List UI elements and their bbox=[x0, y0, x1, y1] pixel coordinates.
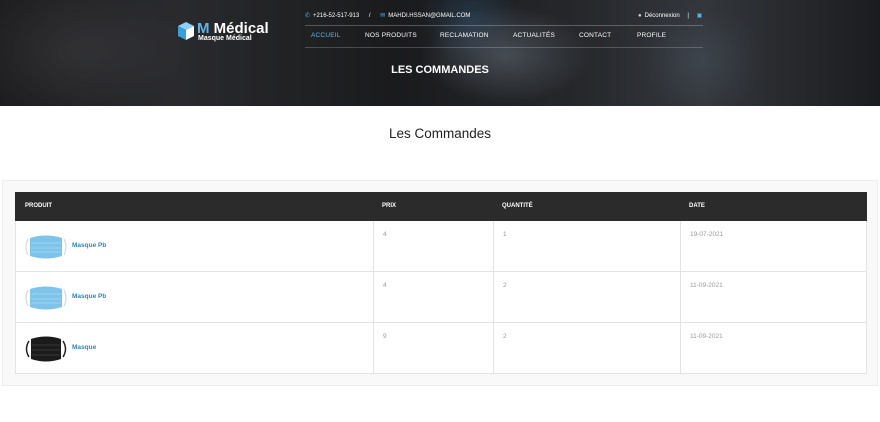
contact-bar: ✆ +216-52-517-913 / ✉ MAHDI.HSSAN@GMAIL.CO… bbox=[305, 12, 470, 22]
hero-title: LES COMMANDES bbox=[391, 64, 489, 76]
hero-header: M Médical Masque Médical ✆ +216-52-517-91… bbox=[0, 0, 880, 106]
product-link[interactable]: Masque Pb bbox=[72, 242, 106, 249]
header-date: DATE bbox=[689, 203, 705, 209]
price-value: 4 bbox=[383, 282, 387, 289]
date-value: 11-09-2021 bbox=[690, 282, 723, 289]
header-product: PRODUIT bbox=[25, 203, 52, 209]
column-divider bbox=[493, 272, 494, 322]
phone-number[interactable]: +216-52-517-913 bbox=[313, 13, 359, 19]
nav-item-accueil[interactable]: ACCUEIL bbox=[311, 32, 341, 39]
account-divider: | bbox=[687, 13, 689, 19]
table-header: PRODUIT PRIX QUANTITÉ DATE bbox=[15, 192, 867, 221]
cart-icon[interactable]: ▣ bbox=[697, 13, 703, 19]
brand-subtitle: Masque Médical bbox=[198, 35, 252, 42]
table-row: Masque Pb 4 1 19-07-2021 bbox=[15, 221, 867, 272]
nav-top-divider bbox=[305, 25, 703, 26]
table-row: Masque 9 2 11-09-2021 bbox=[15, 323, 867, 374]
nav-item-reclamation[interactable]: RECLAMATION bbox=[440, 32, 489, 39]
envelope-icon: ✉ bbox=[380, 13, 386, 19]
column-divider bbox=[373, 221, 374, 271]
price-value: 4 bbox=[383, 231, 387, 238]
column-divider bbox=[680, 323, 681, 373]
table-row: Masque Pb 4 2 11-09-2021 bbox=[15, 272, 867, 323]
header-price: PRIX bbox=[382, 203, 397, 209]
product-link[interactable]: Masque bbox=[72, 344, 96, 351]
nav-item-profile[interactable]: PROFILE bbox=[637, 32, 666, 39]
column-divider bbox=[493, 221, 494, 271]
brand-logo[interactable]: M Médical Masque Médical bbox=[178, 20, 269, 46]
nav-item-actualites[interactable]: ACTUALITÉS bbox=[513, 32, 555, 39]
product-link[interactable]: Masque Pb bbox=[72, 293, 106, 300]
blue-mask-image[interactable] bbox=[24, 284, 68, 312]
nav-item-nos-produits[interactable]: NOS PRODUITS bbox=[365, 32, 417, 39]
logout-link[interactable]: Déconnexion bbox=[645, 13, 680, 19]
page-title: Les Commandes bbox=[388, 126, 492, 141]
nav-item-contact[interactable]: CONTACT bbox=[579, 32, 611, 39]
phone-icon: ✆ bbox=[305, 13, 311, 19]
header-quantity: QUANTITÉ bbox=[502, 203, 533, 209]
quantity-value: 1 bbox=[503, 231, 507, 238]
black-mask-image[interactable] bbox=[24, 335, 68, 363]
column-divider bbox=[373, 272, 374, 322]
cube-logo-icon bbox=[178, 22, 194, 40]
quantity-value: 2 bbox=[503, 282, 507, 289]
price-value: 9 bbox=[383, 333, 387, 340]
column-divider bbox=[493, 323, 494, 373]
blue-mask-image[interactable] bbox=[24, 233, 68, 261]
nav-bottom-divider bbox=[305, 47, 703, 48]
lock-icon: ● bbox=[638, 13, 642, 19]
date-value: 19-07-2021 bbox=[690, 231, 724, 238]
column-divider bbox=[680, 272, 681, 322]
email-address[interactable]: MAHDI.HSSAN@GMAIL.COM bbox=[388, 13, 470, 19]
quantity-value: 2 bbox=[503, 333, 507, 340]
column-divider bbox=[373, 323, 374, 373]
date-value: 11-09-2021 bbox=[690, 333, 723, 340]
account-bar: ● Déconnexion | ▣ bbox=[638, 12, 702, 19]
contact-separator: / bbox=[368, 13, 371, 19]
column-divider bbox=[680, 221, 681, 271]
